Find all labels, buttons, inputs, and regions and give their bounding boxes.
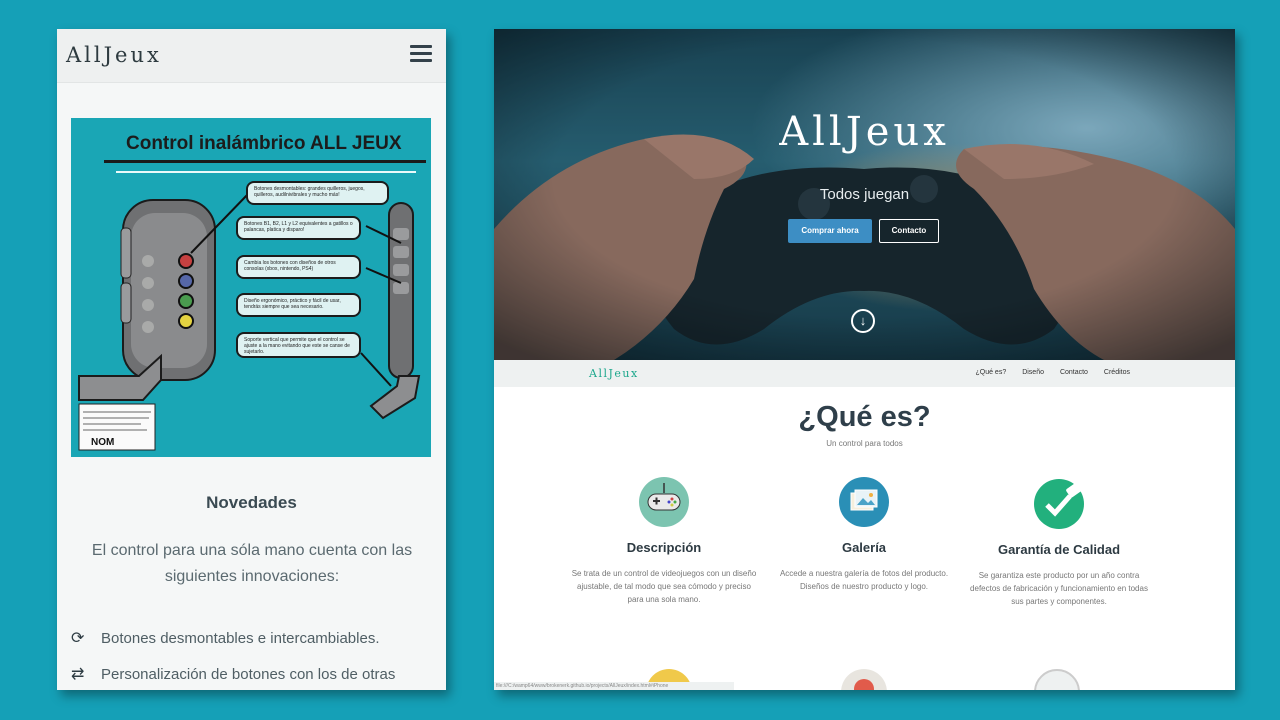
feature-garantia: Garantía de Calidad Se garantiza este pr…: [964, 479, 1154, 608]
hero-subtitle: Todos juegan: [819, 186, 910, 203]
list-item: ⇄ Personalización de botones con los de o…: [71, 664, 395, 684]
feature-title: Galería: [841, 540, 887, 555]
desktop-brand-logo[interactable]: AllJeux: [589, 367, 639, 380]
callout-4: Diseño ergonómico, práctico y fácil de u…: [236, 293, 361, 317]
gallery-icon[interactable]: [839, 477, 889, 527]
hero-section: AllJeux Todos juegan Comprar ahora Conta…: [494, 29, 1235, 360]
mobile-content: Control inalámbrico ALL JEUX Botones des…: [57, 83, 446, 690]
nav-link-contacto[interactable]: Contacto: [1060, 369, 1088, 376]
desktop-navbar: AllJeux ¿Qué es? Diseño Contacto Crédito…: [494, 360, 1235, 387]
feature-descripcion: Descripción Se trata de un control de vi…: [569, 477, 759, 606]
feature-text: Se garantiza este producto por un año co…: [970, 571, 1148, 606]
check-badge-icon[interactable]: [1034, 479, 1084, 529]
feature-title: Garantía de Calidad: [997, 542, 1121, 557]
gauge-icon: [1034, 669, 1080, 690]
controller-diagram-image: Control inalámbrico ALL JEUX Botones des…: [71, 118, 431, 457]
feature-text: Se trata de un control de videojuegos co…: [571, 569, 757, 604]
buy-now-button[interactable]: Comprar ahora: [788, 219, 872, 243]
nom-label: NOM: [91, 437, 115, 448]
callout-2: Botones B1, B2, L1 y L2 equivalentes a g…: [236, 216, 361, 240]
nav-link-creditos[interactable]: Créditos: [1104, 369, 1130, 376]
callout-5: Soporte vertical que permite que el cont…: [236, 332, 361, 358]
novedades-heading: Novedades: [206, 493, 297, 512]
list-item-text: Botones desmontables e intercambiables.: [101, 630, 380, 647]
feature-text: Accede a nuestra galería de fotos del pr…: [779, 569, 949, 591]
list-item-text: Personalización de botones con los de ot…: [101, 666, 396, 683]
hamburger-menu-icon[interactable]: [410, 45, 432, 63]
callout-1: Botones desmontables: grandes quilleros,…: [246, 181, 389, 205]
gamepad-icon[interactable]: [639, 477, 689, 527]
hero-title: AllJeux: [779, 109, 950, 155]
nav-link-diseno[interactable]: Diseño: [1022, 369, 1044, 376]
swap-arrows-icon: ⇄: [71, 666, 85, 683]
mobile-preview: AllJeux Control inalámbrico ALL JEUX Bot…: [57, 29, 446, 690]
map-pin-icon: [841, 669, 887, 690]
controller-drawing: [78, 192, 421, 451]
feature-galeria: Galería Accede a nuestra galería de foto…: [769, 477, 959, 593]
arrow-down-circle-icon[interactable]: ↓: [851, 309, 875, 333]
section-title: ¿Qué es?: [798, 401, 931, 433]
refresh-icon: ⟳: [71, 630, 85, 647]
contact-button[interactable]: Contacto: [879, 219, 939, 243]
status-bar-url: file:///C:/wamp64/www/brokenerk.github.i…: [494, 682, 734, 690]
mobile-brand-logo[interactable]: AllJeux: [66, 43, 162, 67]
list-item: ⟳ Botones desmontables e intercambiables.: [71, 628, 380, 648]
desktop-preview: AllJeux Todos juegan Comprar ahora Conta…: [494, 29, 1235, 690]
novedades-intro: El control para una sóla mano cuenta con…: [91, 542, 413, 585]
section-subtitle: Un control para todos: [826, 439, 903, 448]
nav-link-que-es[interactable]: ¿Qué es?: [975, 369, 1006, 376]
mobile-navbar: AllJeux: [57, 29, 446, 83]
callout-3: Cambia los botones con diseños de otros …: [236, 255, 361, 279]
nav-links: ¿Qué es? Diseño Contacto Créditos: [961, 369, 1130, 376]
feature-title: Descripción: [626, 540, 702, 555]
